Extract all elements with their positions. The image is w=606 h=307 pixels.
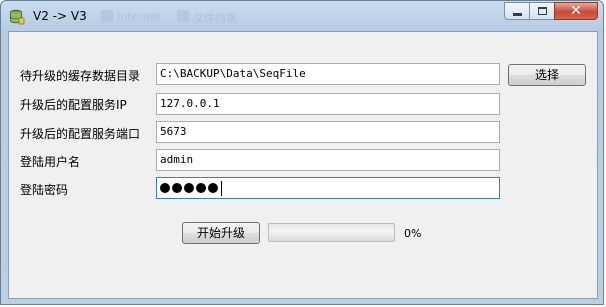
minimize-icon bbox=[513, 13, 522, 16]
cache-dir-label: 待升级的缓存数据目录 bbox=[20, 69, 141, 83]
maximize-icon bbox=[538, 7, 547, 15]
password-dot bbox=[208, 183, 218, 193]
app-window: V2 -> V3 Internet 文件档案 ✕ 待升级的缓存数据目录 C:\B… bbox=[0, 0, 604, 305]
folder-tab-icon bbox=[177, 10, 189, 22]
password-dot bbox=[172, 183, 182, 193]
background-tab-internet: Internet bbox=[117, 10, 161, 23]
password-dot bbox=[184, 183, 194, 193]
close-icon: ✕ bbox=[570, 3, 582, 19]
internet-tab-icon bbox=[101, 10, 113, 22]
minimize-button[interactable] bbox=[504, 2, 530, 20]
maximize-button[interactable] bbox=[529, 2, 555, 20]
cache-dir-input[interactable]: C:\BACKUP\Data\SeqFile bbox=[156, 63, 500, 85]
username-input[interactable]: admin bbox=[156, 149, 500, 171]
text-caret bbox=[221, 180, 222, 196]
config-ip-label: 升级后的配置服务IP bbox=[20, 98, 127, 112]
form-panel: 待升级的缓存数据目录 C:\BACKUP\Data\SeqFile 选择 升级后… bbox=[8, 31, 598, 299]
close-button[interactable]: ✕ bbox=[554, 2, 598, 20]
password-mask bbox=[160, 178, 220, 198]
password-dot bbox=[196, 183, 206, 193]
background-tab-files: 文件档案 bbox=[193, 12, 237, 25]
window-controls: ✕ bbox=[504, 2, 598, 22]
progress-percent: 0% bbox=[404, 227, 422, 240]
username-label: 登陆用户名 bbox=[20, 155, 81, 169]
config-port-label: 升级后的配置服务端口 bbox=[20, 127, 141, 141]
start-upgrade-button[interactable]: 开始升级 bbox=[182, 222, 260, 244]
password-dot bbox=[160, 183, 170, 193]
config-port-input[interactable]: 5673 bbox=[156, 121, 500, 143]
window-title: V2 -> V3 bbox=[33, 9, 87, 23]
database-icon bbox=[10, 9, 25, 25]
config-ip-input[interactable]: 127.0.0.1 bbox=[156, 93, 500, 115]
password-label: 登陆密码 bbox=[20, 183, 69, 197]
upgrade-progress-bar bbox=[268, 223, 395, 242]
title-bar[interactable]: V2 -> V3 Internet 文件档案 ✕ bbox=[1, 1, 603, 31]
password-input[interactable] bbox=[156, 177, 500, 199]
browse-button[interactable]: 选择 bbox=[508, 64, 586, 86]
